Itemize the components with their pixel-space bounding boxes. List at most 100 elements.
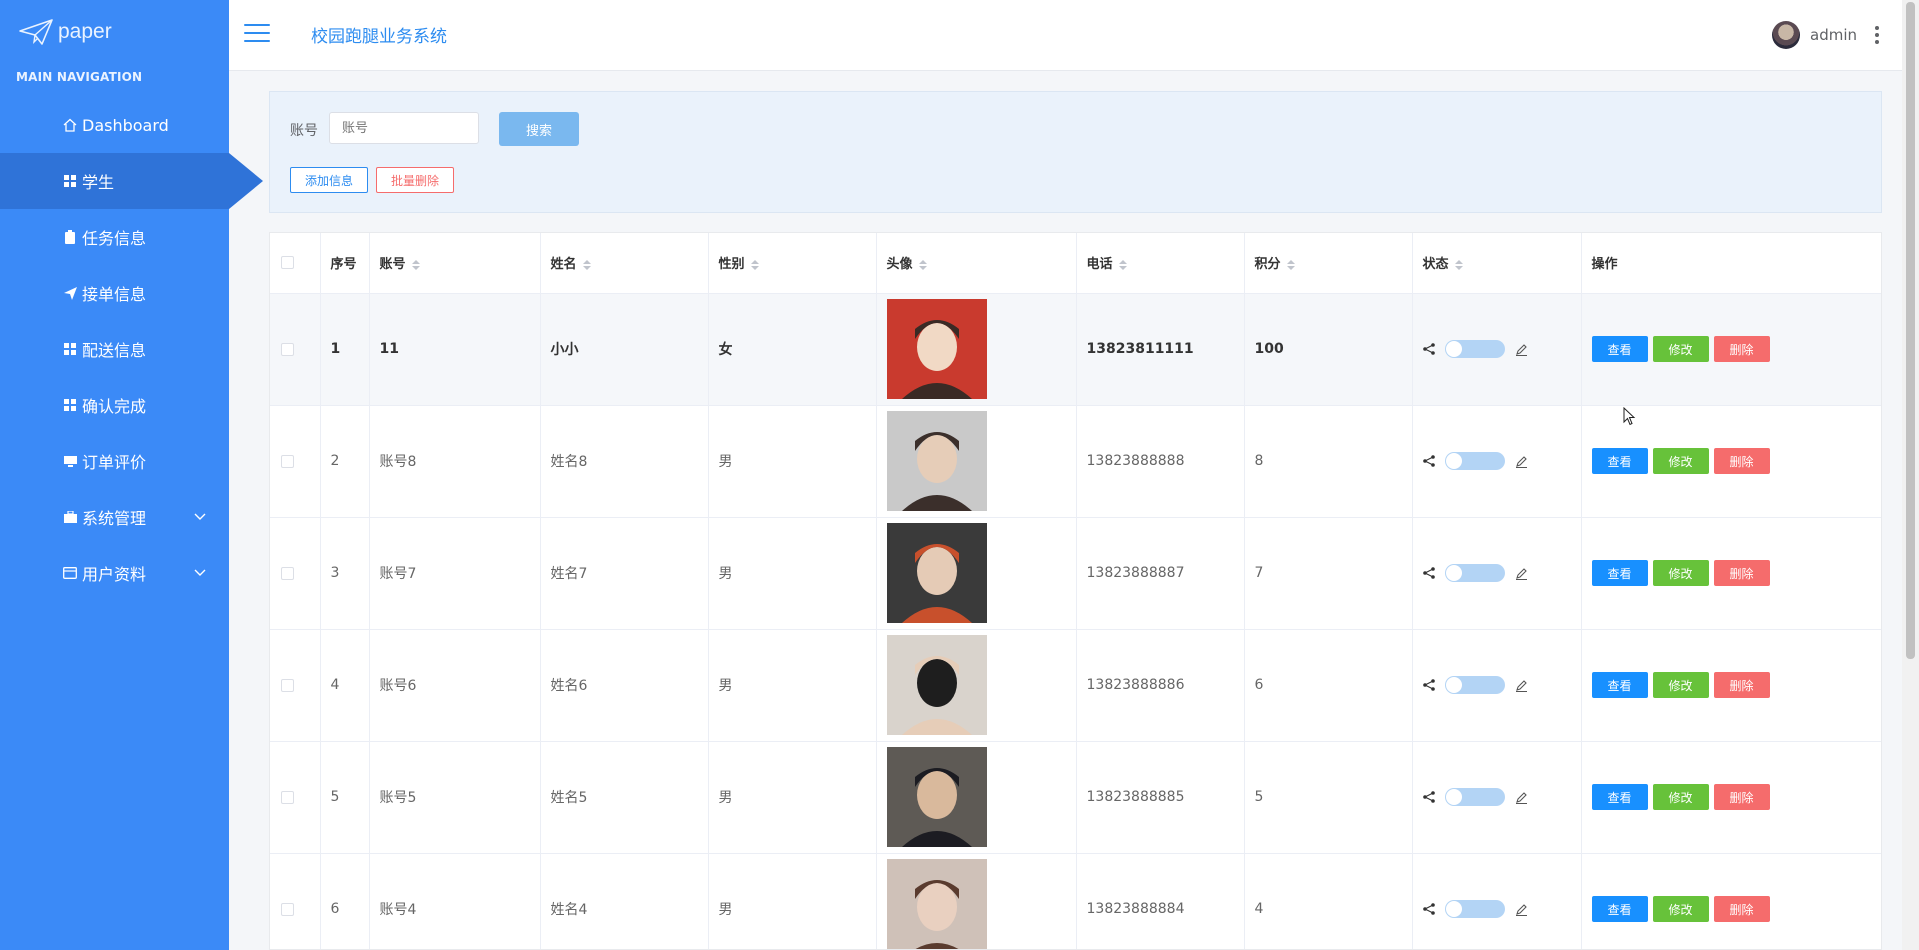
column-header-account[interactable]: 账号 xyxy=(369,233,541,294)
status-toggle[interactable] xyxy=(1444,900,1505,918)
share-icon xyxy=(1422,791,1435,803)
status-toggle[interactable] xyxy=(1444,452,1505,470)
view-button[interactable]: 查看 xyxy=(1591,896,1648,922)
column-header-points[interactable]: 积分 xyxy=(1244,233,1413,294)
cell-gender: 男 xyxy=(708,629,877,742)
column-header-phone[interactable]: 电话 xyxy=(1076,233,1245,294)
sidebar-item-label: 订单评价 xyxy=(82,453,147,472)
cell-gender: 男 xyxy=(708,517,877,630)
table-row: 3 账号7 姓名7 男 13823888887 7 查看 修改 删除 xyxy=(270,517,1881,630)
delete-button[interactable]: 删除 xyxy=(1713,784,1770,810)
view-button[interactable]: 查看 xyxy=(1591,560,1648,586)
edit-button[interactable]: 修改 xyxy=(1652,336,1709,362)
user-menu[interactable]: admin xyxy=(1772,21,1879,49)
status-toggle[interactable] xyxy=(1444,340,1505,358)
scrollbar-thumb[interactable] xyxy=(1906,2,1915,659)
batch-delete-button[interactable]: 批量删除 xyxy=(376,167,454,193)
sort-icon xyxy=(750,259,759,270)
view-button[interactable]: 查看 xyxy=(1591,784,1648,810)
logo[interactable]: paper xyxy=(18,14,112,50)
edit-pencil-icon[interactable] xyxy=(1515,455,1528,468)
column-header-status[interactable]: 状态 xyxy=(1412,233,1582,294)
sidebar-item-students[interactable]: 学生 xyxy=(0,153,263,209)
select-all-checkbox[interactable] xyxy=(270,233,321,294)
delete-button[interactable]: 删除 xyxy=(1713,560,1770,586)
view-button[interactable]: 查看 xyxy=(1591,336,1648,362)
sidebar-item-delivery[interactable]: 配送信息 xyxy=(0,321,229,377)
sidebar-item-confirm-complete[interactable]: 确认完成 xyxy=(0,377,229,433)
send-icon xyxy=(63,286,77,300)
edit-pencil-icon[interactable] xyxy=(1515,567,1528,580)
cell-avatar xyxy=(876,405,1077,518)
cell-name: 姓名8 xyxy=(540,405,709,518)
sort-icon xyxy=(1454,259,1463,270)
search-input[interactable] xyxy=(329,112,479,144)
cell-status xyxy=(1412,741,1582,854)
delete-button[interactable]: 删除 xyxy=(1713,336,1770,362)
nav-header: MAIN NAVIGATION xyxy=(16,70,143,84)
cell-phone: 13823888886 xyxy=(1076,629,1245,742)
edit-button[interactable]: 修改 xyxy=(1652,448,1709,474)
status-toggle[interactable] xyxy=(1444,564,1505,582)
row-checkbox[interactable] xyxy=(270,293,321,406)
row-checkbox[interactable] xyxy=(270,405,321,518)
cell-actions: 查看 修改 删除 xyxy=(1581,853,1881,949)
share-icon xyxy=(1422,455,1435,467)
table-row: 5 账号5 姓名5 男 13823888885 5 查看 修改 删除 xyxy=(270,741,1881,854)
delete-button[interactable]: 删除 xyxy=(1713,448,1770,474)
sidebar-item-orders-taken[interactable]: 接单信息 xyxy=(0,265,229,321)
cell-no: 5 xyxy=(320,741,370,854)
sidebar-item-system-management[interactable]: 系统管理 xyxy=(0,489,229,545)
sidebar-item-user-profile[interactable]: 用户资料 xyxy=(0,545,229,601)
column-header-actions: 操作 xyxy=(1581,233,1881,294)
status-toggle[interactable] xyxy=(1444,788,1505,806)
search-button[interactable]: 搜索 xyxy=(499,112,579,146)
row-checkbox[interactable] xyxy=(270,629,321,742)
add-button[interactable]: 添加信息 xyxy=(290,167,368,193)
cell-points: 100 xyxy=(1244,293,1413,406)
cell-actions: 查看 修改 删除 xyxy=(1581,629,1881,742)
avatar xyxy=(1772,21,1800,49)
status-toggle[interactable] xyxy=(1444,676,1505,694)
view-button[interactable]: 查看 xyxy=(1591,672,1648,698)
chevron-down-icon xyxy=(194,513,206,520)
row-checkbox[interactable] xyxy=(270,741,321,854)
cell-status xyxy=(1412,629,1582,742)
edit-button[interactable]: 修改 xyxy=(1652,560,1709,586)
cell-name: 姓名4 xyxy=(540,853,709,949)
page-scrollbar[interactable] xyxy=(1902,0,1919,950)
edit-button[interactable]: 修改 xyxy=(1652,896,1709,922)
delete-button[interactable]: 删除 xyxy=(1713,896,1770,922)
menu-toggle-icon[interactable] xyxy=(244,24,270,44)
edit-pencil-icon[interactable] xyxy=(1515,343,1528,356)
edit-pencil-icon[interactable] xyxy=(1515,791,1528,804)
more-vertical-icon[interactable] xyxy=(1875,26,1879,44)
edit-pencil-icon[interactable] xyxy=(1515,903,1528,916)
column-header-name[interactable]: 姓名 xyxy=(540,233,709,294)
sidebar-item-dashboard[interactable]: Dashboard xyxy=(0,97,229,153)
sidebar-item-order-reviews[interactable]: 订单评价 xyxy=(0,433,229,489)
edit-button[interactable]: 修改 xyxy=(1652,784,1709,810)
cell-gender: 女 xyxy=(708,293,877,406)
column-header-avatar[interactable]: 头像 xyxy=(876,233,1077,294)
cell-actions: 查看 修改 删除 xyxy=(1581,517,1881,630)
delete-button[interactable]: 删除 xyxy=(1713,672,1770,698)
cell-name: 姓名7 xyxy=(540,517,709,630)
row-checkbox[interactable] xyxy=(270,517,321,630)
sidebar-item-tasks[interactable]: 任务信息 xyxy=(0,209,229,265)
edit-pencil-icon[interactable] xyxy=(1515,679,1528,692)
table-row: 1 11 小小 女 13823811111 100 查看 修改 删除 xyxy=(270,293,1881,406)
mouse-cursor-icon xyxy=(1623,407,1636,426)
cell-status xyxy=(1412,405,1582,518)
table-row: 4 账号6 姓名6 男 13823888886 6 查看 修改 删除 xyxy=(270,629,1881,742)
cell-no: 1 xyxy=(320,293,370,406)
column-header-gender[interactable]: 性别 xyxy=(708,233,877,294)
avatar-photo xyxy=(886,859,987,949)
row-checkbox[interactable] xyxy=(270,853,321,949)
cell-no: 6 xyxy=(320,853,370,949)
view-button[interactable]: 查看 xyxy=(1591,448,1648,474)
avatar-photo xyxy=(886,411,987,511)
home-icon xyxy=(63,118,77,132)
edit-button[interactable]: 修改 xyxy=(1652,672,1709,698)
avatar-photo xyxy=(886,747,987,847)
